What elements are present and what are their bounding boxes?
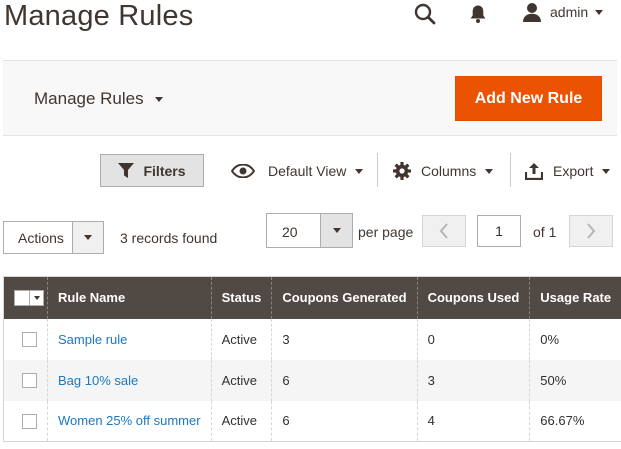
row-select-cell — [3, 359, 48, 401]
rules-grid: Rule Name Status Coupons Generated Coupo… — [3, 276, 621, 442]
chevron-left-icon — [439, 223, 448, 239]
column-header-coupons-generated[interactable]: Coupons Generated — [271, 276, 418, 319]
toolbar-divider — [510, 153, 511, 187]
usage-rate-cell: 0% — [529, 318, 621, 360]
total-pages: of 1 — [533, 224, 557, 240]
chevron-down-icon — [595, 9, 604, 15]
page-title: Manage Rules — [4, 0, 194, 32]
mass-select-header — [3, 276, 48, 319]
table-row[interactable]: Women 25% off summer Active 6 4 66.67% — [4, 400, 621, 442]
row-checkbox[interactable] — [22, 373, 37, 389]
bell-icon[interactable] — [466, 2, 490, 26]
filter-icon — [118, 163, 135, 178]
table-row[interactable]: Bag 10% sale Active 6 3 50% — [3, 359, 621, 401]
toolbar-divider — [377, 153, 378, 187]
actions-label: Actions — [18, 230, 64, 246]
status-cell: Active — [210, 400, 272, 442]
user-menu[interactable]: admin — [522, 2, 604, 22]
status-cell: Active — [210, 359, 272, 401]
per-page-toggle[interactable] — [320, 214, 352, 247]
export-label: Export — [553, 163, 594, 179]
records-found: 3 records found — [120, 230, 218, 246]
table-row[interactable]: Sample rule Active 3 0 0% — [4, 318, 621, 360]
eye-icon — [231, 164, 255, 178]
per-page-value: 20 — [282, 224, 298, 240]
mass-select-toggle[interactable] — [29, 291, 43, 306]
user-name: admin — [550, 4, 589, 20]
chevron-right-icon — [587, 223, 596, 239]
rule-name-cell: Women 25% off summer — [47, 400, 212, 442]
page-actions-bar: Manage Rules Add New Rule — [3, 60, 617, 136]
chevron-down-icon — [355, 168, 364, 174]
export-button[interactable]: Export — [525, 159, 611, 183]
status-cell: Active — [210, 318, 272, 360]
page-number-input[interactable] — [477, 215, 521, 247]
actions-dropdown[interactable]: Actions — [3, 221, 104, 254]
chevron-down-icon — [485, 168, 494, 174]
search-icon[interactable] — [413, 2, 437, 26]
select-all-checkbox[interactable] — [15, 291, 29, 305]
chevron-down-icon — [154, 96, 163, 102]
chevron-down-icon — [332, 228, 341, 233]
row-select-cell — [4, 319, 48, 360]
view-switcher[interactable]: Default View — [231, 159, 364, 183]
filters-button[interactable]: Filters — [100, 154, 204, 187]
usage-rate-cell: 50% — [529, 359, 621, 401]
row-checkbox[interactable] — [22, 413, 37, 429]
coupons-generated-cell: 6 — [271, 400, 418, 442]
coupons-used-cell: 4 — [416, 400, 530, 442]
next-page-button[interactable] — [569, 215, 613, 247]
usage-rate-cell: 66.67% — [529, 400, 621, 442]
actions-toggle[interactable] — [72, 222, 103, 253]
grid-header-row: Rule Name Status Coupons Generated Coupo… — [3, 276, 621, 319]
rule-name-cell: Sample rule — [47, 318, 212, 360]
column-header-status[interactable]: Status — [210, 276, 272, 319]
coupons-used-cell: 3 — [416, 359, 530, 401]
chevron-down-icon — [602, 168, 611, 174]
per-page-select[interactable]: 20 — [266, 213, 353, 248]
columns-label: Columns — [421, 163, 477, 179]
coupons-used-cell: 0 — [416, 318, 530, 360]
column-header-rule-name[interactable]: Rule Name — [47, 276, 212, 319]
rule-name-cell: Bag 10% sale — [47, 359, 212, 401]
filters-label: Filters — [143, 162, 186, 179]
columns-button[interactable]: Columns — [393, 159, 494, 183]
rule-name-link[interactable]: Women 25% off summer — [58, 413, 201, 428]
previous-page-button[interactable] — [422, 215, 466, 247]
row-checkbox[interactable] — [22, 332, 37, 348]
add-new-rule-button[interactable]: Add New Rule — [455, 76, 602, 121]
gear-icon — [393, 162, 411, 180]
per-page-label: per page — [358, 224, 414, 240]
chevron-down-icon — [84, 235, 92, 240]
switcher-label: Manage Rules — [34, 89, 144, 108]
rule-name-link[interactable]: Sample rule — [58, 332, 127, 347]
store-switcher[interactable]: Manage Rules — [34, 89, 163, 109]
mass-select-dropdown[interactable] — [14, 290, 44, 307]
coupons-generated-cell: 6 — [271, 359, 418, 401]
user-icon — [523, 3, 541, 22]
rule-name-link[interactable]: Bag 10% sale — [58, 373, 138, 388]
column-header-coupons-used[interactable]: Coupons Used — [416, 276, 530, 319]
column-header-usage-rate[interactable]: Usage Rate — [529, 276, 621, 319]
chevron-down-icon — [33, 296, 40, 301]
view-label: Default View — [268, 163, 347, 179]
export-icon — [525, 162, 543, 180]
row-select-cell — [4, 401, 48, 442]
coupons-generated-cell: 3 — [271, 318, 418, 360]
